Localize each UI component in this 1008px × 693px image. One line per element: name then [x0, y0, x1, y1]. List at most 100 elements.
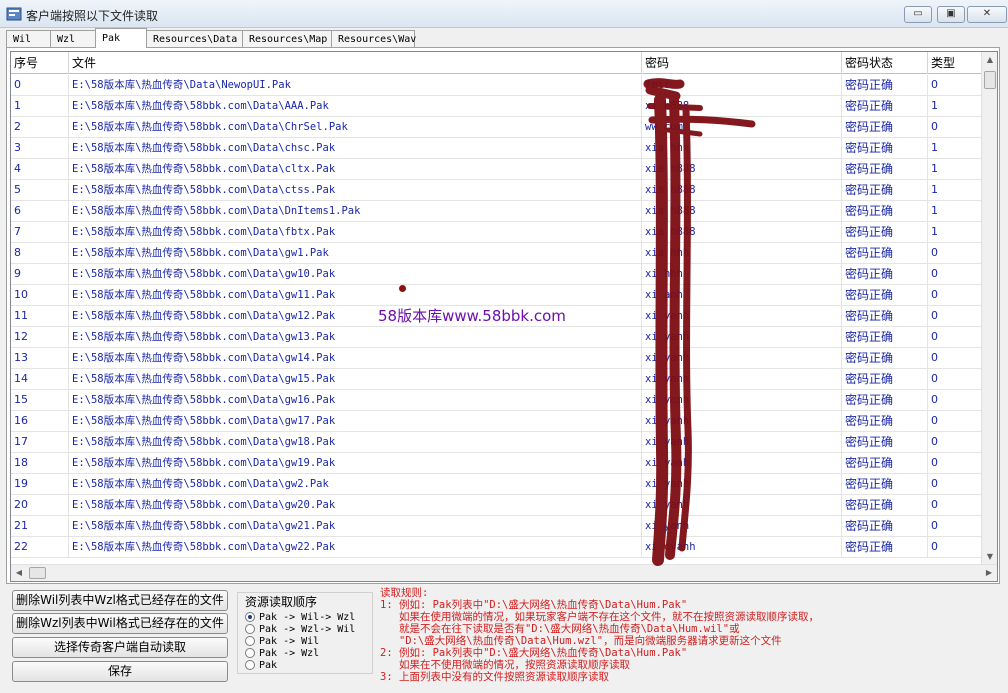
row-file-path[interactable]: E:\58版本库\热血传奇\58bbk.com\Data\AAA.Pak [69, 96, 642, 117]
row-file-path[interactable]: E:\58版本库\热血传奇\58bbk.com\Data\gw15.Pak [69, 369, 642, 390]
row-type[interactable]: 0 [928, 243, 983, 264]
table-row[interactable]: 4 E:\58版本库\热血传奇\58bbk.com\Data\cltx.Pak xi… [11, 159, 983, 180]
row-type[interactable]: 0 [928, 306, 983, 327]
header-file[interactable]: 文件 [69, 52, 642, 74]
row-type[interactable]: 1 [928, 138, 983, 159]
row-file-path[interactable]: E:\58版本库\热血传奇\58bbk.com\Data\gw13.Pak [69, 327, 642, 348]
tab-pak[interactable]: Pak [95, 28, 147, 48]
row-file-path[interactable]: E:\58版本库\热血传奇\58bbk.com\Data\gw2.Pak [69, 474, 642, 495]
row-index[interactable]: 12 [11, 327, 69, 348]
row-password-status[interactable]: 密码正确 [842, 390, 928, 411]
row-file-path[interactable]: E:\58版本库\热血传奇\58bbk.com\Data\gw10.Pak [69, 264, 642, 285]
row-file-path[interactable]: E:\58版本库\热血传奇\58bbk.com\Data\DnItems1.Pa… [69, 201, 642, 222]
row-file-path[interactable]: E:\58版本库\热血传奇\58bbk.com\Data\gw22.Pak [69, 537, 642, 558]
table-row[interactable]: 8 E:\58版本库\热血传奇\58bbk.com\Data\gw1.Pak xia… [11, 243, 983, 264]
row-password-status[interactable]: 密码正确 [842, 432, 928, 453]
row-password-status[interactable]: 密码正确 [842, 453, 928, 474]
row-password[interactable]: xi yanh [642, 453, 842, 474]
row-index[interactable]: 15 [11, 390, 69, 411]
row-type[interactable]: 1 [928, 159, 983, 180]
row-file-path[interactable]: E:\58版本库\热血传奇\58bbk.com\Data\ChrSel.Pak [69, 117, 642, 138]
table-row[interactable]: 5 E:\58版本库\热血传奇\58bbk.com\Data\ctss.Pak xi… [11, 180, 983, 201]
table-row[interactable]: 14 E:\58版本库\热血传奇\58bbk.com\Data\gw15.Pak x… [11, 369, 983, 390]
table-row[interactable]: 1 E:\58版本库\热血传奇\58bbk.com\Data\AAA.Pak xi … [11, 96, 983, 117]
row-type[interactable]: 0 [928, 411, 983, 432]
row-type[interactable]: 0 [928, 327, 983, 348]
row-password[interactable]: xi yanh [642, 327, 842, 348]
tab-resources-map[interactable]: Resources\Map [242, 30, 332, 48]
row-password-status[interactable]: 密码正确 [842, 264, 928, 285]
row-file-path[interactable]: E:\58版本库\热血传奇\58bbk.com\Data\fbtx.Pak [69, 222, 642, 243]
row-index[interactable]: 17 [11, 432, 69, 453]
horizontal-scroll-thumb[interactable] [29, 567, 46, 579]
row-index[interactable]: 7 [11, 222, 69, 243]
row-password-status[interactable]: 密码正确 [842, 75, 928, 96]
table-row[interactable]: 9 E:\58版本库\热血传奇\58bbk.com\Data\gw10.Pak xi… [11, 264, 983, 285]
maximize-button[interactable]: ▣ [937, 6, 965, 23]
row-type[interactable]: 0 [928, 369, 983, 390]
row-file-path[interactable]: E:\58版本库\热血传奇\58bbk.com\Data\gw1.Pak [69, 243, 642, 264]
row-password[interactable]: xi yanh [642, 306, 842, 327]
row-password[interactable]: xia h888 [642, 201, 842, 222]
row-password[interactable]: xi yanh [642, 474, 842, 495]
row-type[interactable]: 1 [928, 180, 983, 201]
row-password[interactable]: xi yanh [642, 432, 842, 453]
table-row[interactable]: 2 E:\58版本库\热血传奇\58bbk.com\Data\ChrSel.Pak… [11, 117, 983, 138]
row-index[interactable]: 21 [11, 516, 69, 537]
table-row[interactable]: 19 E:\58版本库\热血传奇\58bbk.com\Data\gw2.Pak xi… [11, 474, 983, 495]
table-row[interactable]: 22 E:\58版本库\热血传奇\58bbk.com\Data\gw22.Pak x… [11, 537, 983, 558]
row-password[interactable]: xi anh [642, 285, 842, 306]
minimize-button[interactable]: ▭ [904, 6, 932, 23]
row-password-status[interactable]: 密码正确 [842, 96, 928, 117]
row-password-status[interactable]: 密码正确 [842, 306, 928, 327]
scroll-left-icon[interactable]: ◀ [11, 565, 27, 581]
delete-wzl-duplicates-button[interactable]: 删除Wzl列表中Wil格式已经存在的文件 [12, 613, 228, 634]
row-password[interactable]: xi yanh [642, 390, 842, 411]
row-password[interactable]: xi h888 [642, 96, 842, 117]
table-row[interactable]: 16 E:\58版本库\热血传奇\58bbk.com\Data\gw17.Pak x… [11, 411, 983, 432]
row-password[interactable]: xi yanh [642, 411, 842, 432]
row-password[interactable]: xi yanh [642, 516, 842, 537]
header-type[interactable]: 类型 [928, 52, 983, 74]
row-password[interactable]: xi hhh [642, 264, 842, 285]
row-index[interactable]: 4 [11, 159, 69, 180]
table-row[interactable]: 15 E:\58版本库\热血传奇\58bbk.com\Data\gw16.Pak x… [11, 390, 983, 411]
auto-read-client-button[interactable]: 选择传奇客户端自动读取 [12, 637, 228, 658]
row-password[interactable]: xi yanh [642, 369, 842, 390]
row-type[interactable]: 0 [928, 474, 983, 495]
table-row[interactable]: 13 E:\58版本库\热血传奇\58bbk.com\Data\gw14.Pak x… [11, 348, 983, 369]
table-row[interactable]: 17 E:\58版本库\热血传奇\58bbk.com\Data\gw18.Pak x… [11, 432, 983, 453]
row-type[interactable]: 0 [928, 537, 983, 558]
row-file-path[interactable]: E:\58版本库\热血传奇\58bbk.com\Data\gw21.Pak [69, 516, 642, 537]
row-type[interactable]: 0 [928, 117, 983, 138]
row-type[interactable]: 0 [928, 453, 983, 474]
row-type[interactable]: 0 [928, 75, 983, 96]
row-index[interactable]: 1 [11, 96, 69, 117]
close-button[interactable]: ✕ [967, 6, 1007, 23]
row-file-path[interactable]: E:\58版本库\热血传奇\58bbk.com\Data\ctss.Pak [69, 180, 642, 201]
row-type[interactable]: 0 [928, 390, 983, 411]
tab-wil[interactable]: Wil [6, 30, 51, 48]
row-index[interactable]: 14 [11, 369, 69, 390]
row-file-path[interactable]: E:\58版本库\热血传奇\58bbk.com\Data\gw14.Pak [69, 348, 642, 369]
row-index[interactable]: 2 [11, 117, 69, 138]
row-type[interactable]: 1 [928, 222, 983, 243]
row-password-status[interactable]: 密码正确 [842, 474, 928, 495]
row-file-path[interactable]: E:\58版本库\热血传奇\58bbk.com\Data\gw18.Pak [69, 432, 642, 453]
read-order-option[interactable]: Pak -> Wil [245, 635, 319, 647]
row-password-status[interactable]: 密码正确 [842, 495, 928, 516]
row-index[interactable]: 5 [11, 180, 69, 201]
row-password[interactable]: xia h888 [642, 159, 842, 180]
radio-unselected-icon[interactable] [245, 624, 255, 634]
tab-wzl[interactable]: Wzl [50, 30, 96, 48]
row-password-status[interactable]: 密码正确 [842, 243, 928, 264]
row-password[interactable]: xia hhh [642, 138, 842, 159]
table-row[interactable]: 6 E:\58版本库\热血传奇\58bbk.com\Data\DnItems1.P… [11, 201, 983, 222]
row-password[interactable]: xia h888 [642, 180, 842, 201]
row-password-status[interactable]: 密码正确 [842, 327, 928, 348]
scroll-down-icon[interactable]: ▼ [982, 549, 997, 565]
row-index[interactable]: 13 [11, 348, 69, 369]
row-password-status[interactable]: 密码正确 [842, 180, 928, 201]
row-password-status[interactable]: 密码正确 [842, 117, 928, 138]
header-password[interactable]: 密码 [642, 52, 842, 74]
